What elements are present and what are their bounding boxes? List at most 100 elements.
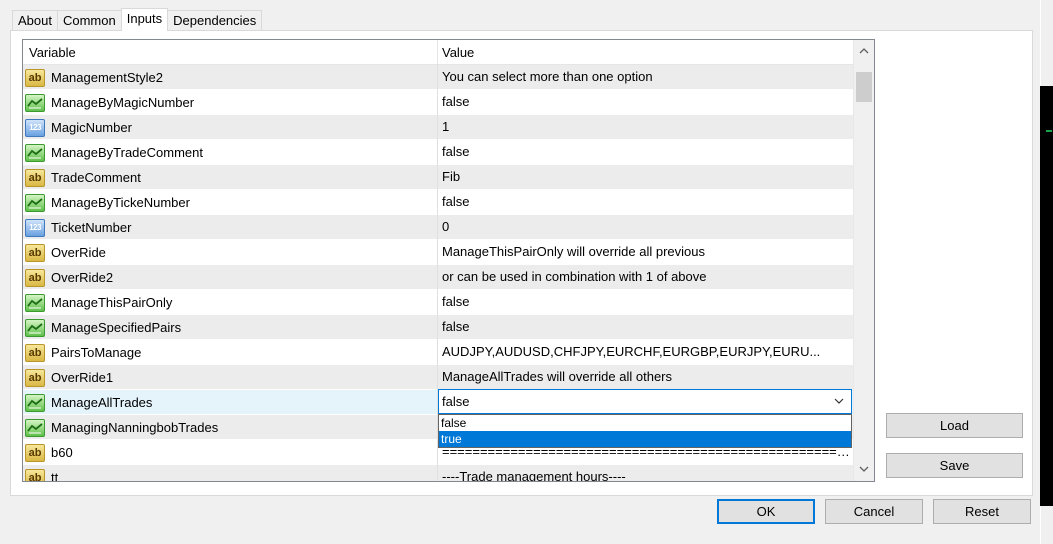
- dropdown-option-false[interactable]: false: [439, 415, 851, 431]
- load-button[interactable]: Load: [886, 413, 1023, 438]
- variable-name: ManagementStyle2: [51, 69, 164, 85]
- value-cell[interactable]: false: [438, 290, 853, 315]
- variable-name: ManageThisPairOnly: [51, 294, 173, 310]
- ok-button[interactable]: OK: [717, 499, 815, 524]
- string-type-icon: ab: [25, 443, 45, 462]
- variable-name: ManageByTradeComment: [51, 144, 203, 160]
- variable-cell: ManagingNanningbobTrades: [23, 415, 438, 440]
- variable-name: ManagingNanningbobTrades: [51, 419, 219, 435]
- number-type-icon: 123: [25, 118, 45, 137]
- string-type-icon: ab: [25, 68, 45, 87]
- variable-name: tt: [51, 469, 59, 482]
- variable-name: TradeComment: [51, 169, 141, 185]
- table-row[interactable]: 123 MagicNumber 1: [23, 115, 853, 140]
- value-cell[interactable]: You can select more than one option: [438, 65, 853, 90]
- scroll-up-icon[interactable]: [854, 40, 874, 62]
- variable-name: b60: [51, 444, 73, 460]
- variable-name: MagicNumber: [51, 119, 132, 135]
- number-type-icon: 123: [25, 218, 45, 237]
- variable-name: OverRide2: [51, 269, 114, 285]
- column-header-value[interactable]: Value: [438, 40, 853, 65]
- table-row[interactable]: ManageByMagicNumber false: [23, 90, 853, 115]
- table-row[interactable]: ab PairsToManage AUDJPY,AUDUSD,CHFJPY,EURC…: [23, 340, 853, 365]
- value-cell[interactable]: Fib: [438, 165, 853, 190]
- tab-dependencies[interactable]: Dependencies: [167, 10, 263, 30]
- variable-name: TicketNumber: [51, 219, 132, 235]
- table-row[interactable]: ManageByTradeComment false: [23, 140, 853, 165]
- string-type-icon: ab: [25, 268, 45, 287]
- combobox-dropdown: false true: [438, 414, 852, 448]
- save-button[interactable]: Save: [886, 453, 1023, 478]
- value-cell[interactable]: false: [438, 90, 853, 115]
- grid-header: Variable Value: [23, 40, 853, 65]
- value-cell[interactable]: false: [438, 315, 853, 340]
- table-row[interactable]: ab ManagementStyle2 You can select more th…: [23, 65, 853, 90]
- table-row[interactable]: ab tt ----Trade management hours----: [23, 465, 853, 482]
- variable-cell: ManageAllTrades: [23, 390, 438, 415]
- scroll-down-icon[interactable]: [854, 458, 874, 480]
- variable-cell: ab TradeComment: [23, 165, 438, 190]
- bool-type-icon: [25, 93, 45, 112]
- cancel-button[interactable]: Cancel: [825, 499, 923, 524]
- variable-cell: ab b60: [23, 440, 438, 465]
- table-row[interactable]: ab OverRide ManageThisPairOnly will overri…: [23, 240, 853, 265]
- variable-cell: ab OverRide: [23, 240, 438, 265]
- grid-scrollbar[interactable]: [853, 40, 874, 481]
- table-row[interactable]: ManageByTickeNumber false: [23, 190, 853, 215]
- reset-button[interactable]: Reset: [933, 499, 1031, 524]
- value-cell[interactable]: 1: [438, 115, 853, 140]
- table-row[interactable]: ab TradeComment Fib: [23, 165, 853, 190]
- string-type-icon: ab: [25, 243, 45, 262]
- variable-name: PairsToManage: [51, 344, 142, 360]
- value-cell[interactable]: false: [438, 190, 853, 215]
- variable-cell: ab OverRide1: [23, 365, 438, 390]
- variable-cell: ManageByMagicNumber: [23, 90, 438, 115]
- tab-about[interactable]: About: [12, 10, 58, 30]
- variable-name: OverRide1: [51, 369, 114, 385]
- variable-name: ManageByMagicNumber: [51, 94, 195, 110]
- tab-bar: About Common Inputs Dependencies: [12, 8, 263, 31]
- value-cell[interactable]: AUDJPY,AUDUSD,CHFJPY,EURCHF,EURGBP,EURJP…: [438, 340, 853, 365]
- variable-cell: ManageByTradeComment: [23, 140, 438, 165]
- combobox-selected-value: false: [442, 394, 470, 409]
- variable-cell: ab tt: [23, 465, 438, 482]
- variable-name: ManageAllTrades: [51, 394, 153, 410]
- string-type-icon: ab: [25, 168, 45, 187]
- value-cell[interactable]: false: [438, 140, 853, 165]
- table-row[interactable]: ManageThisPairOnly false: [23, 290, 853, 315]
- value-cell[interactable]: ManageAllTrades will override all others: [438, 365, 853, 390]
- variable-cell: ManageByTickeNumber: [23, 190, 438, 215]
- string-type-icon: ab: [25, 468, 45, 481]
- tab-inputs[interactable]: Inputs: [120, 8, 169, 31]
- bool-type-icon: [25, 393, 45, 412]
- variable-cell: ab OverRide2: [23, 265, 438, 290]
- variable-cell: ManageThisPairOnly: [23, 290, 438, 315]
- bool-type-icon: [25, 143, 45, 162]
- value-cell[interactable]: 0: [438, 215, 853, 240]
- value-cell[interactable]: ----Trade management hours----: [438, 465, 853, 481]
- bool-type-icon: [25, 418, 45, 437]
- dropdown-option-true[interactable]: true: [439, 431, 851, 447]
- variable-cell: ManageSpecifiedPairs: [23, 315, 438, 340]
- table-row[interactable]: 123 TicketNumber 0: [23, 215, 853, 240]
- variable-cell: 123 TicketNumber: [23, 215, 438, 240]
- string-type-icon: ab: [25, 343, 45, 362]
- value-combobox[interactable]: false: [438, 389, 852, 414]
- value-cell[interactable]: ManageThisPairOnly will override all pre…: [438, 240, 853, 265]
- variable-cell: 123 MagicNumber: [23, 115, 438, 140]
- table-row[interactable]: ab OverRide2 or can be used in combination…: [23, 265, 853, 290]
- table-row[interactable]: ManageSpecifiedPairs false: [23, 315, 853, 340]
- tab-common[interactable]: Common: [56, 10, 122, 30]
- bool-type-icon: [25, 293, 45, 312]
- bool-type-icon: [25, 193, 45, 212]
- variable-cell: ab PairsToManage: [23, 340, 438, 365]
- column-header-variable[interactable]: Variable: [23, 40, 438, 65]
- value-cell[interactable]: or can be used in combination with 1 of …: [438, 265, 853, 290]
- table-row[interactable]: ab OverRide1 ManageAllTrades will override…: [23, 365, 853, 390]
- bool-type-icon: [25, 318, 45, 337]
- variable-cell: ab ManagementStyle2: [23, 65, 438, 90]
- variable-name: OverRide: [51, 244, 106, 260]
- scroll-thumb[interactable]: [856, 72, 872, 102]
- string-type-icon: ab: [25, 368, 45, 387]
- chevron-down-icon[interactable]: [832, 390, 846, 413]
